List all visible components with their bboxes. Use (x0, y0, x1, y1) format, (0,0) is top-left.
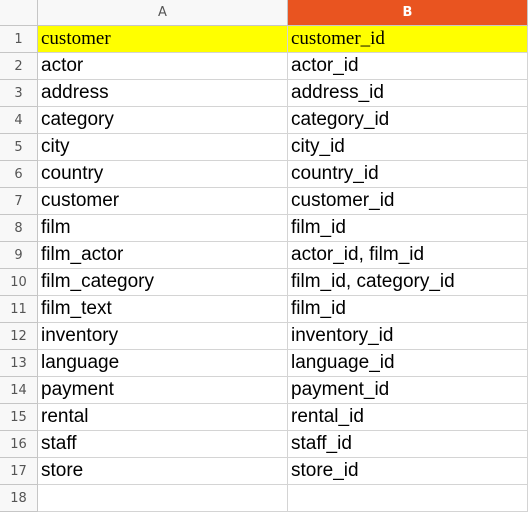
column-header-a[interactable]: A (38, 0, 288, 25)
cell-a[interactable]: film (38, 215, 288, 242)
sheet-rows: 1 customer customer_id 2 actor actor_id 3 addre… (0, 26, 528, 512)
cell-a[interactable]: language (38, 350, 288, 377)
row-header[interactable]: 10 (0, 269, 38, 296)
row-header[interactable]: 18 (0, 485, 38, 512)
row-header[interactable]: 1 (0, 26, 38, 53)
table-row: 7 customer customer_id (0, 188, 528, 215)
cell-b[interactable]: payment_id (288, 377, 528, 404)
cell-b[interactable]: customer_id (288, 26, 528, 53)
table-row: 17 store store_id (0, 458, 528, 485)
cell-b[interactable]: category_id (288, 107, 528, 134)
table-row: 11 film_text film_id (0, 296, 528, 323)
cell-b[interactable]: store_id (288, 458, 528, 485)
row-header[interactable]: 4 (0, 107, 38, 134)
row-header[interactable]: 5 (0, 134, 38, 161)
table-row: 13 language language_id (0, 350, 528, 377)
cell-b[interactable]: rental_id (288, 404, 528, 431)
row-header[interactable]: 16 (0, 431, 38, 458)
row-header[interactable]: 6 (0, 161, 38, 188)
cell-a[interactable]: city (38, 134, 288, 161)
cell-a[interactable]: actor (38, 53, 288, 80)
row-header[interactable]: 2 (0, 53, 38, 80)
cell-b[interactable]: address_id (288, 80, 528, 107)
cell-a[interactable]: customer (38, 188, 288, 215)
spreadsheet: A B 1 customer customer_id 2 actor actor_id 3 a… (0, 0, 528, 515)
cell-b[interactable]: city_id (288, 134, 528, 161)
row-header[interactable]: 15 (0, 404, 38, 431)
cell-a[interactable]: country (38, 161, 288, 188)
cell-a[interactable]: film_actor (38, 242, 288, 269)
table-row: 15 rental rental_id (0, 404, 528, 431)
cell-b[interactable]: customer_id (288, 188, 528, 215)
table-row: 12 inventory inventory_id (0, 323, 528, 350)
row-header[interactable]: 13 (0, 350, 38, 377)
cell-a[interactable]: inventory (38, 323, 288, 350)
cell-a[interactable]: category (38, 107, 288, 134)
cell-b[interactable]: inventory_id (288, 323, 528, 350)
cell-b[interactable]: film_id (288, 215, 528, 242)
cell-b[interactable]: country_id (288, 161, 528, 188)
row-header[interactable]: 8 (0, 215, 38, 242)
cell-b[interactable]: language_id (288, 350, 528, 377)
row-header[interactable]: 9 (0, 242, 38, 269)
cell-b[interactable] (288, 485, 528, 512)
cell-b[interactable]: film_id (288, 296, 528, 323)
table-row: 9 film_actor actor_id, film_id (0, 242, 528, 269)
cell-a[interactable]: payment (38, 377, 288, 404)
cell-a[interactable]: film_category (38, 269, 288, 296)
table-row: 14 payment payment_id (0, 377, 528, 404)
table-row: 8 film film_id (0, 215, 528, 242)
select-all-corner[interactable] (0, 0, 38, 25)
cell-a[interactable]: address (38, 80, 288, 107)
table-row: 18 (0, 485, 528, 512)
column-header-b[interactable]: B (288, 0, 528, 25)
cell-a[interactable]: customer (38, 26, 288, 53)
table-row: 2 actor actor_id (0, 53, 528, 80)
cell-b[interactable]: actor_id, film_id (288, 242, 528, 269)
table-row: 3 address address_id (0, 80, 528, 107)
row-header[interactable]: 17 (0, 458, 38, 485)
cell-b[interactable]: staff_id (288, 431, 528, 458)
cell-a[interactable]: staff (38, 431, 288, 458)
column-header-row: A B (0, 0, 528, 26)
table-row: 1 customer customer_id (0, 26, 528, 53)
table-row: 6 country country_id (0, 161, 528, 188)
cell-a[interactable] (38, 485, 288, 512)
cell-a[interactable]: rental (38, 404, 288, 431)
table-row: 5 city city_id (0, 134, 528, 161)
cell-a[interactable]: film_text (38, 296, 288, 323)
row-header[interactable]: 12 (0, 323, 38, 350)
cell-a[interactable]: store (38, 458, 288, 485)
row-header[interactable]: 3 (0, 80, 38, 107)
table-row: 4 category category_id (0, 107, 528, 134)
cell-b[interactable]: film_id, category_id (288, 269, 528, 296)
table-row: 10 film_category film_id, category_id (0, 269, 528, 296)
row-header[interactable]: 7 (0, 188, 38, 215)
row-header[interactable]: 11 (0, 296, 38, 323)
cell-b[interactable]: actor_id (288, 53, 528, 80)
table-row: 16 staff staff_id (0, 431, 528, 458)
row-header[interactable]: 14 (0, 377, 38, 404)
